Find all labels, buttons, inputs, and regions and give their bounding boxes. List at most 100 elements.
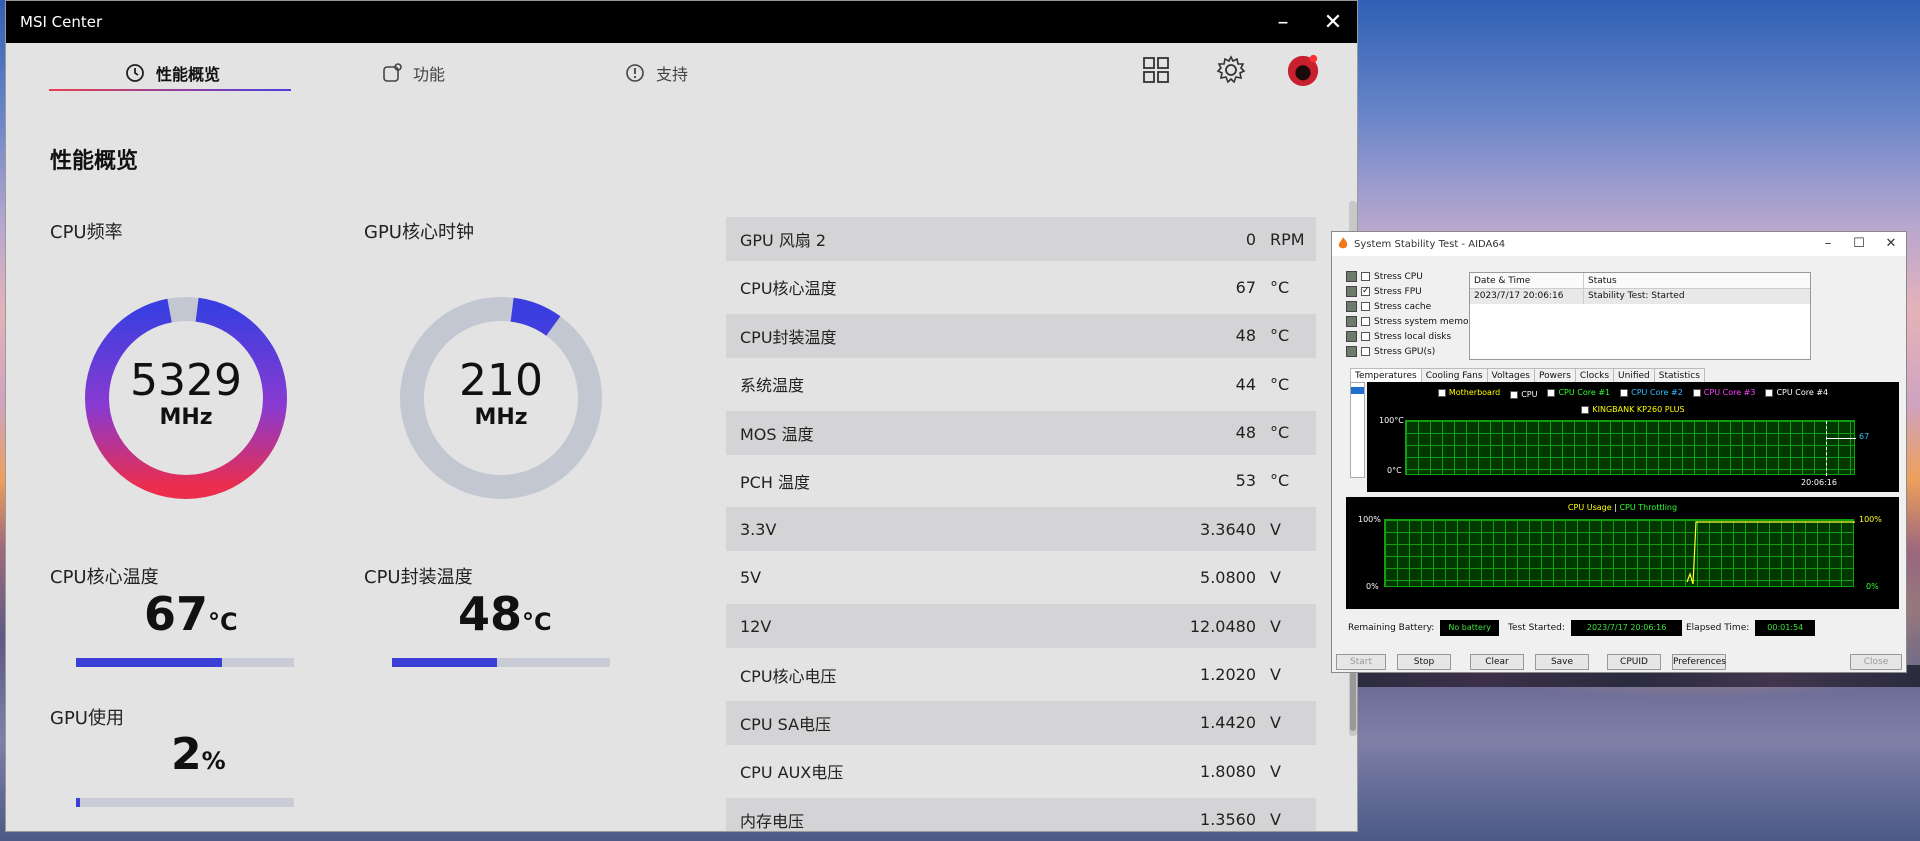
temp-legend-item[interactable]: CPU Core #2 <box>1620 388 1683 397</box>
stress-option[interactable]: Stress cache <box>1346 300 1431 313</box>
flame-icon <box>1338 237 1348 249</box>
temp-legend-item[interactable]: KINGBANK KP260 PLUS <box>1372 405 1894 414</box>
sensor-scrollbar-thumb[interactable] <box>1350 671 1356 731</box>
preferences-button[interactable]: Preferences <box>1672 654 1726 670</box>
tab-features-label: 功能 <box>413 65 446 84</box>
temp-legend-checkbox[interactable] <box>1547 388 1556 397</box>
temp-legend-checkbox[interactable] <box>1620 388 1629 397</box>
save-button[interactable]: Save <box>1535 654 1589 670</box>
temp-legend-checkbox[interactable] <box>1692 388 1701 397</box>
stress-checkbox[interactable] <box>1361 302 1370 311</box>
aida-tab[interactable]: Unified <box>1613 368 1655 383</box>
stress-option-label: Stress CPU <box>1374 271 1423 282</box>
sensor-row: PCH 温度 53 °C <box>726 459 1316 503</box>
gpu-usage-value: 2 <box>171 729 202 780</box>
minimize-button[interactable]: – <box>1268 7 1298 37</box>
user-avatar[interactable] <box>1286 53 1320 87</box>
stress-option[interactable]: Stress system memory <box>1346 315 1478 328</box>
temp-legend-item[interactable]: ✓ CPU <box>1510 390 1537 399</box>
support-icon <box>626 64 644 82</box>
stress-option[interactable]: ✓ Stress FPU <box>1346 285 1422 298</box>
aida-tab[interactable]: Powers <box>1534 368 1576 383</box>
cpuid-button[interactable]: CPUID <box>1607 654 1661 670</box>
sensor-row: 内存电压 1.3560 V <box>726 797 1316 831</box>
sensor-unit: V <box>1270 519 1281 539</box>
aida-graph-tabs: Temperatures Cooling Fans Voltages Powers Cl… <box>1350 368 1705 383</box>
test-started-value: 2023/7/17 20:06:16 <box>1570 620 1683 636</box>
stress-checkbox[interactable] <box>1361 347 1370 356</box>
stress-option-label: Stress local disks <box>1374 331 1452 342</box>
temp-legend-item[interactable]: CPU Core #3 <box>1692 388 1755 397</box>
sensor-value: 5.0800 <box>1200 568 1256 588</box>
gpu-usage-bar <box>76 798 294 807</box>
temp-legend-label: KINGBANK KP260 PLUS <box>1592 405 1685 414</box>
aida-close-button[interactable]: ✕ <box>1881 234 1901 254</box>
temperature-graph: Motherboard ✓ CPU CPU Core #1 CPU Core #2 CPU… <box>1367 382 1899 492</box>
sensor-row: CPU核心温度 67 °C <box>726 265 1316 309</box>
apps-grid-icon[interactable] <box>1139 53 1173 87</box>
stop-button[interactable]: Stop <box>1397 654 1451 670</box>
temp-legend-label: CPU <box>1521 390 1538 399</box>
cpu-pkg-temp-bar <box>392 658 610 667</box>
tab-performance[interactable]: 性能概览 <box>124 53 220 93</box>
cpu-freq-label: CPU频率 <box>50 222 123 243</box>
temp-legend-item[interactable]: Motherboard <box>1437 388 1501 397</box>
temp-legend-checkbox[interactable]: ✓ <box>1510 390 1519 399</box>
aida-maximize-button[interactable]: ☐ <box>1849 234 1869 254</box>
aida-tab[interactable]: Cooling Fans <box>1420 368 1488 383</box>
sensor-unit: V <box>1270 810 1281 830</box>
battery-status: Remaining Battery: No battery <box>1348 620 1499 636</box>
gpu-usage-label: GPU使用 <box>50 708 124 729</box>
aida-tab[interactable]: Voltages <box>1486 368 1535 383</box>
aida-close-window-button[interactable]: Close <box>1850 654 1902 670</box>
temp-legend-checkbox[interactable] <box>1437 388 1446 397</box>
stress-checkbox[interactable] <box>1361 317 1370 326</box>
temp-legend-checkbox[interactable] <box>1581 405 1590 414</box>
sensor-value: 0 <box>1245 229 1256 249</box>
sensor-name: 系统温度 <box>740 376 805 396</box>
settings-gear-icon[interactable] <box>1214 53 1248 87</box>
cpu-pkg-temp-unit: °C <box>522 608 552 636</box>
clear-button[interactable]: Clear <box>1470 654 1524 670</box>
sensor-unit: RPM <box>1270 229 1305 249</box>
log-row-time: 2023/7/17 20:06:16 <box>1470 289 1584 304</box>
stress-option[interactable]: Stress local disks <box>1346 330 1451 343</box>
stress-checkbox[interactable] <box>1361 272 1370 281</box>
log-row[interactable]: 2023/7/17 20:06:16 Stability Test: Start… <box>1470 289 1810 304</box>
cpu-usage-grid <box>1384 519 1855 587</box>
stress-option-label: Stress GPU(s) <box>1374 346 1436 357</box>
temp-legend-item[interactable]: CPU Core #1 <box>1547 388 1610 397</box>
usage-ymax-right: 100% <box>1859 515 1882 524</box>
sensor-value: 53 <box>1235 471 1256 491</box>
stress-option[interactable]: Stress CPU <box>1346 270 1423 283</box>
aida-tab[interactable]: Temperatures <box>1350 368 1422 383</box>
temp-legend-item[interactable]: CPU Core #4 <box>1765 388 1828 397</box>
stress-option[interactable]: Stress GPU(s) <box>1346 345 1435 358</box>
sensor-value: 48 <box>1235 326 1256 346</box>
temp-legend-label: Motherboard <box>1448 388 1501 397</box>
cpu-usage-title-sep: | <box>1614 503 1617 512</box>
aida-tab[interactable]: Clocks <box>1574 368 1615 383</box>
tab-support[interactable]: 支持 <box>624 53 688 93</box>
stress-checkbox[interactable] <box>1361 332 1370 341</box>
stress-option-label: Stress system memory <box>1374 316 1478 327</box>
msi-center-window: MSI Center – ✕ 性能概览 功能 支持 性能概览 CPU频率 GPU… <box>5 0 1358 832</box>
msi-titlebar[interactable]: MSI Center – ✕ <box>6 1 1357 43</box>
temp-legend-checkbox[interactable] <box>1765 388 1774 397</box>
aida-minimize-button[interactable]: – <box>1818 234 1838 254</box>
hardware-icon <box>1346 301 1357 312</box>
sensor-name: CPU核心电压 <box>740 666 837 686</box>
start-button[interactable]: Start <box>1336 654 1386 670</box>
stress-checkbox[interactable]: ✓ <box>1361 287 1370 296</box>
aida-titlebar[interactable]: System Stability Test - AIDA64 – ☐ ✕ <box>1332 232 1906 256</box>
cpu-core-temp-unit: °C <box>208 608 238 636</box>
sensor-name: MOS 温度 <box>740 424 814 444</box>
gpu-clock-gauge: 210 MHz <box>396 293 606 503</box>
hardware-icon <box>1346 316 1357 327</box>
gpu-clock-label: GPU核心时钟 <box>364 222 474 243</box>
cpu-usage-title: CPU Usage <box>1567 503 1612 512</box>
aida-tab[interactable]: Statistics <box>1653 368 1705 383</box>
temp-graph-current: 67 <box>1859 432 1870 441</box>
close-button[interactable]: ✕ <box>1318 7 1348 37</box>
tab-features[interactable]: 功能 <box>381 53 445 93</box>
